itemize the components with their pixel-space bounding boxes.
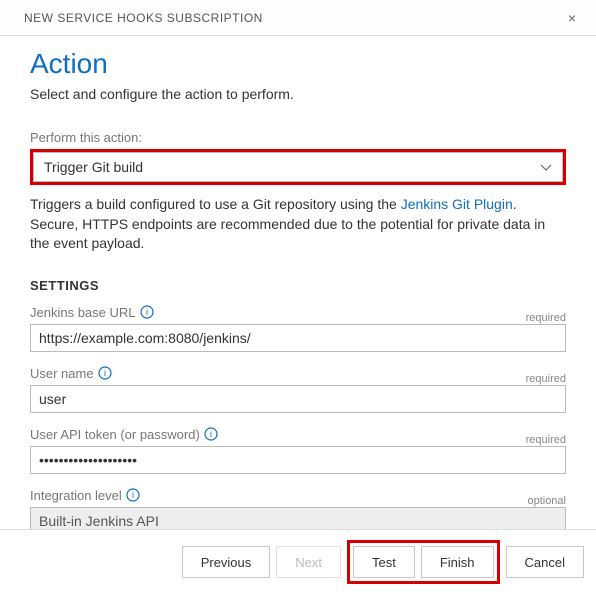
required-tag: required <box>526 434 566 446</box>
username-input[interactable] <box>30 385 566 413</box>
username-field: User name i required <box>30 366 566 413</box>
action-label: Perform this action: <box>30 130 566 145</box>
token-input[interactable] <box>30 446 566 474</box>
highlight-action-select: Trigger Git build <box>30 149 566 185</box>
highlight-test-finish: Test Finish <box>347 540 500 584</box>
info-icon[interactable]: i <box>140 305 154 319</box>
finish-button[interactable]: Finish <box>421 546 494 578</box>
dialog-title: NEW SERVICE HOOKS SUBSCRIPTION <box>24 11 263 25</box>
action-field: Perform this action: Trigger Git build T… <box>30 130 566 254</box>
previous-button[interactable]: Previous <box>182 546 271 578</box>
token-field: User API token (or password) i required <box>30 427 566 474</box>
optional-tag: optional <box>527 495 566 507</box>
svg-text:i: i <box>210 429 212 439</box>
dialog-footer: Previous Next Test Finish Cancel <box>0 529 596 594</box>
action-description: Triggers a build configured to use a Git… <box>30 195 566 254</box>
token-label: User API token (or password) i <box>30 427 218 442</box>
action-select-value: Trigger Git build <box>44 159 143 175</box>
svg-text:i: i <box>132 490 134 500</box>
test-button[interactable]: Test <box>353 546 415 578</box>
cancel-button[interactable]: Cancel <box>506 546 584 578</box>
required-tag: required <box>526 312 566 324</box>
jenkins-url-label: Jenkins base URL i <box>30 305 154 320</box>
svg-text:i: i <box>146 307 148 317</box>
svg-text:i: i <box>104 368 106 378</box>
info-icon[interactable]: i <box>98 366 112 380</box>
action-select[interactable]: Trigger Git build <box>33 152 563 182</box>
integration-label: Integration level i <box>30 488 140 503</box>
required-tag: required <box>526 373 566 385</box>
chevron-down-icon <box>540 161 552 173</box>
settings-heading: SETTINGS <box>30 278 566 293</box>
info-icon[interactable]: i <box>126 488 140 502</box>
jenkins-git-plugin-link[interactable]: Jenkins Git Plugin <box>401 196 513 212</box>
jenkins-url-field: Jenkins base URL i required <box>30 305 566 352</box>
dialog-content: Action Select and configure the action t… <box>0 36 596 535</box>
next-button: Next <box>276 546 341 578</box>
info-icon[interactable]: i <box>204 427 218 441</box>
page-subtitle: Select and configure the action to perfo… <box>30 86 566 102</box>
username-label: User name i <box>30 366 112 381</box>
close-icon[interactable]: × <box>562 10 582 26</box>
jenkins-url-input[interactable] <box>30 324 566 352</box>
integration-field: Integration level i optional <box>30 488 566 535</box>
dialog-header: NEW SERVICE HOOKS SUBSCRIPTION × <box>0 0 596 36</box>
page-title: Action <box>30 48 566 80</box>
